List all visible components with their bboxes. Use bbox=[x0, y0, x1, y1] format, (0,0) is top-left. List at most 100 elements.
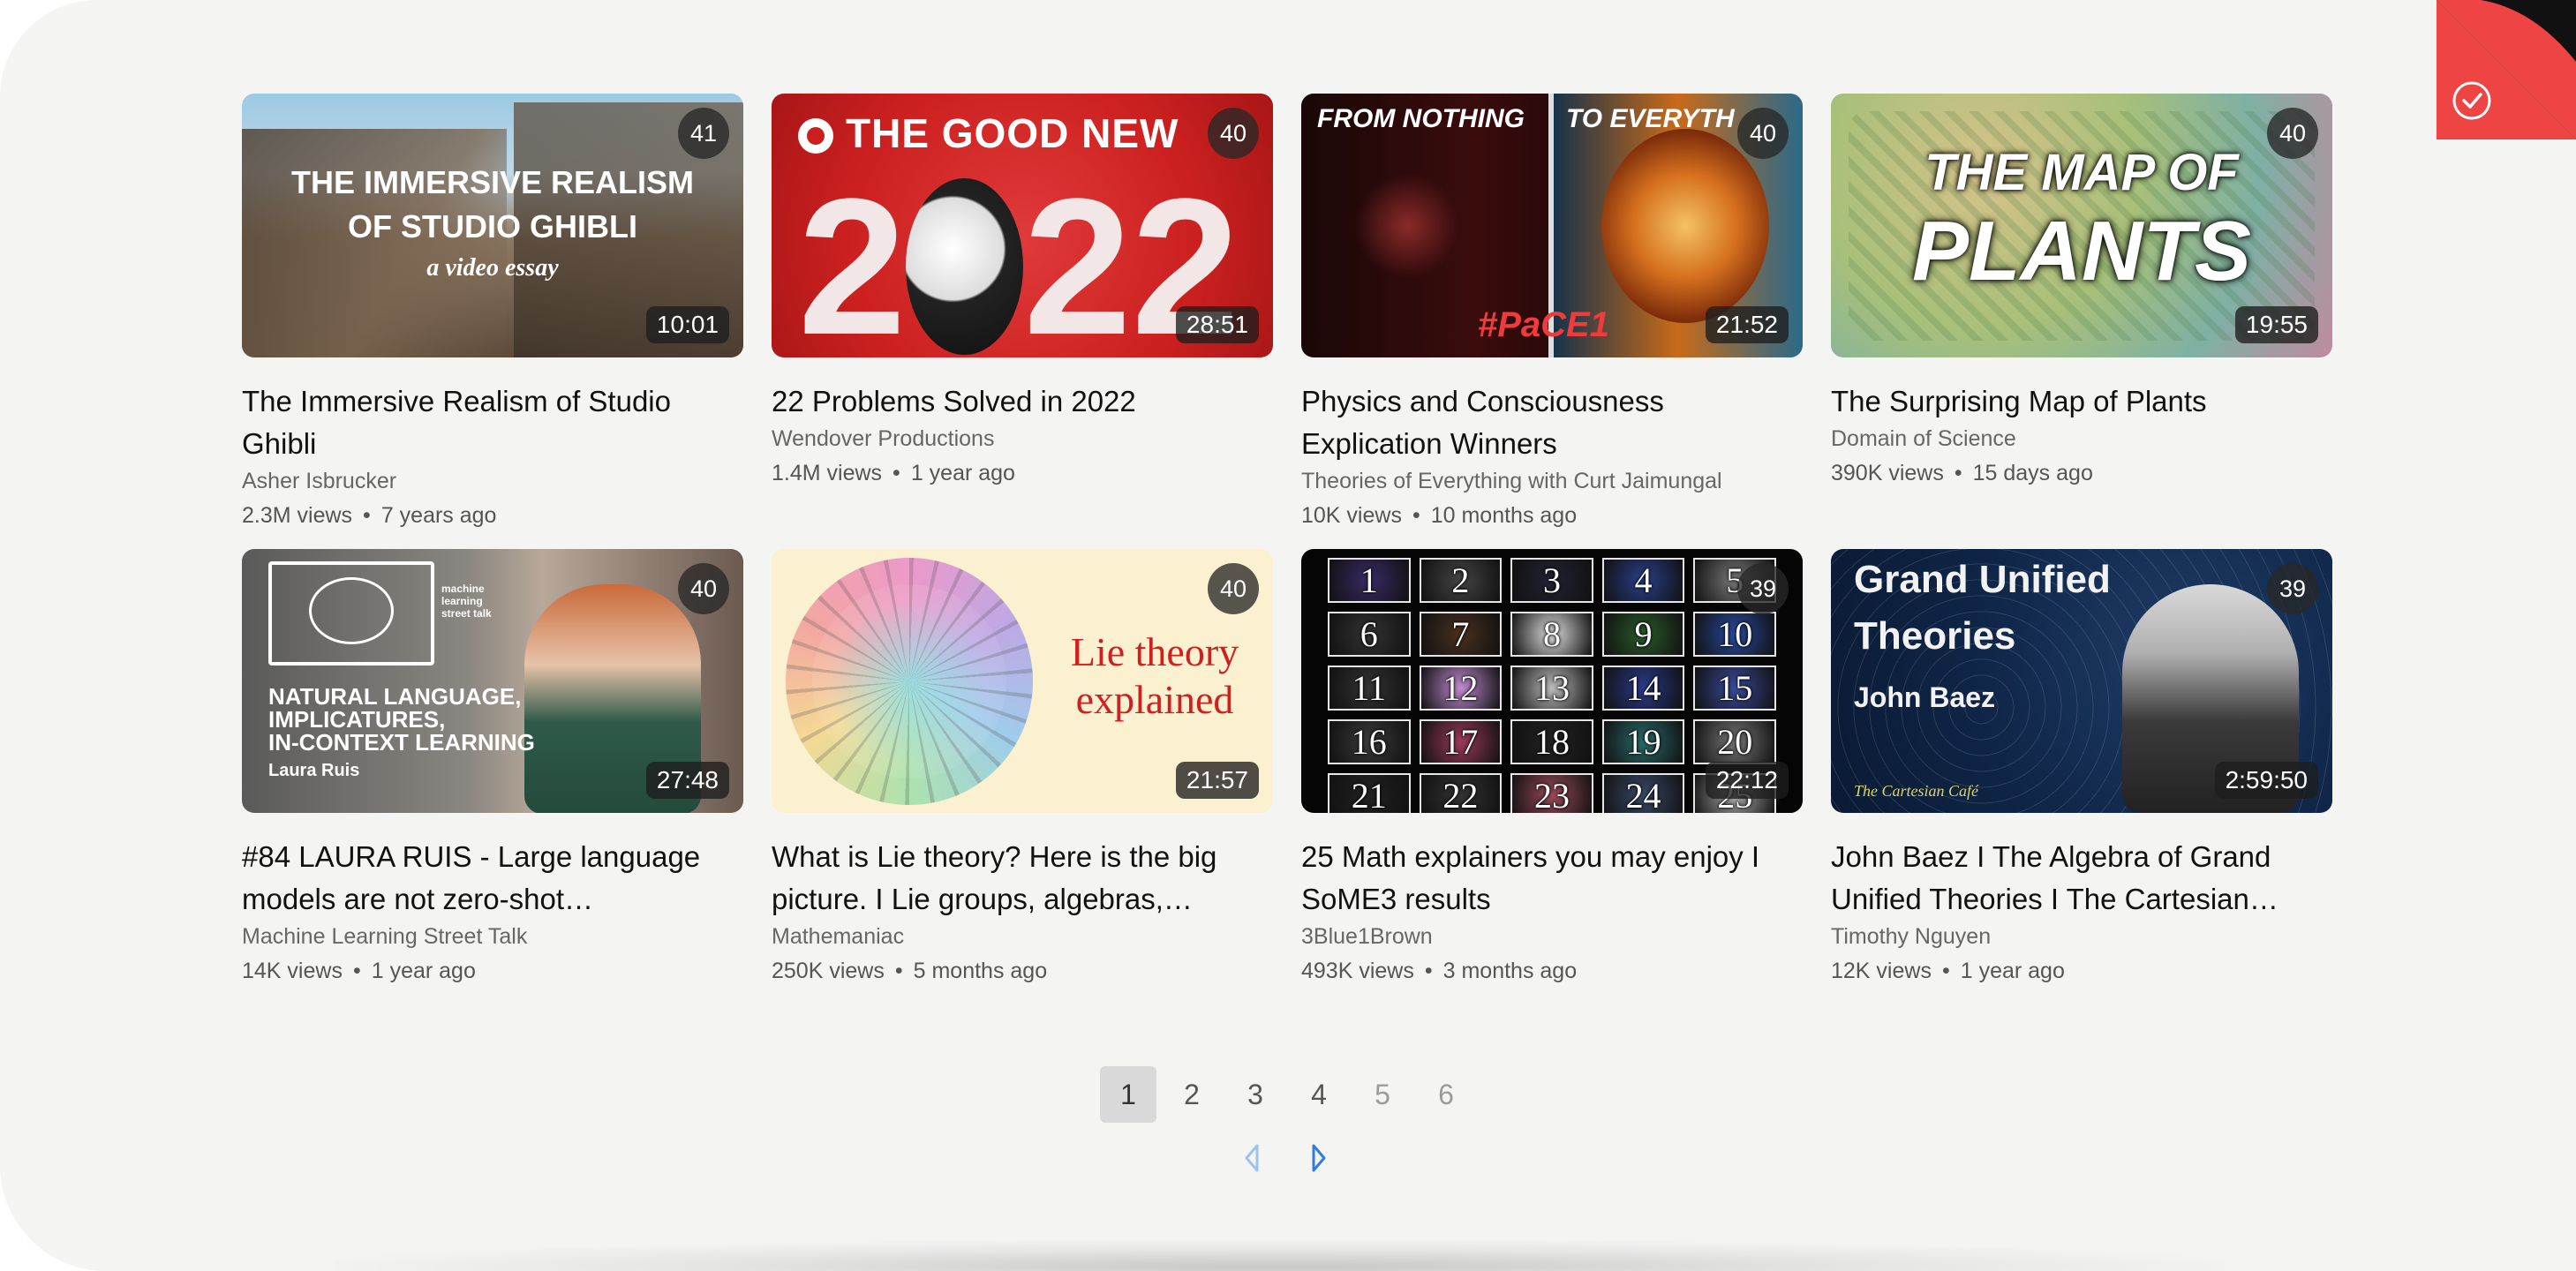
thumb-brand: The Cartesian Café bbox=[1854, 782, 1979, 800]
page-button-6[interactable]: 6 bbox=[1418, 1066, 1474, 1123]
channel-name[interactable]: Wendover Productions bbox=[772, 423, 1273, 455]
number-tile: 14 bbox=[1601, 666, 1685, 711]
video-thumbnail[interactable]: FROM NOTHING TO EVERYTH #PaCE1 40 21:52 bbox=[1301, 94, 1803, 357]
video-title[interactable]: The Surprising Map of Plants bbox=[1831, 380, 2332, 423]
duration-badge: 28:51 bbox=[1175, 306, 1259, 343]
channel-name[interactable]: Asher Isbrucker bbox=[242, 465, 743, 497]
number-tile: 9 bbox=[1601, 612, 1685, 657]
caret-left-icon bbox=[1245, 1144, 1259, 1172]
number-tile: 4 bbox=[1601, 558, 1685, 603]
video-card[interactable]: THE GOOD NEW 2 2 2 40 28:51 22 Problems … bbox=[772, 94, 1273, 549]
video-title[interactable]: 22 Problems Solved in 2022 bbox=[772, 380, 1273, 423]
page-button-2[interactable]: 2 bbox=[1164, 1066, 1220, 1123]
thumb-title: Theories bbox=[1854, 614, 2016, 658]
video-card[interactable]: 1234567891011121314151617181920212223242… bbox=[1301, 549, 1803, 1004]
video-thumbnail[interactable]: THE MAP OF PLANTS 40 19:55 bbox=[1831, 94, 2332, 357]
thumb-subtitle: a video essay bbox=[426, 254, 559, 282]
thumb-title: explained bbox=[1075, 677, 1234, 722]
page-button-1[interactable]: 1 bbox=[1100, 1066, 1156, 1123]
thumb-title: PLANTS bbox=[1912, 204, 2251, 298]
video-meta: 14K views • 1 year ago bbox=[242, 959, 476, 983]
video-title[interactable]: Physics and Consciousness Explication Wi… bbox=[1301, 380, 1803, 465]
upload-age: 5 months ago bbox=[913, 959, 1048, 983]
thumb-title: THE IMMERSIVE REALISM bbox=[290, 164, 695, 200]
video-meta: 493K views • 3 months ago bbox=[1301, 959, 1578, 983]
caret-right-icon bbox=[1312, 1144, 1326, 1172]
video-thumbnail[interactable]: Grand Unified Theories John Baez The Car… bbox=[1831, 549, 2332, 813]
page-button-4[interactable]: 4 bbox=[1291, 1066, 1347, 1123]
page-button-3[interactable]: 3 bbox=[1227, 1066, 1284, 1123]
thumb-title: OF STUDIO GHIBLI bbox=[348, 208, 637, 244]
playlist-count-badge: 40 bbox=[1737, 108, 1789, 159]
number-tile: 23 bbox=[1510, 773, 1593, 813]
playlist-count-badge: 41 bbox=[678, 108, 729, 159]
video-title[interactable]: The Immersive Realism of Studio Ghibli bbox=[242, 380, 743, 465]
thumb-title: FROM NOTHING bbox=[1317, 104, 1525, 133]
upload-age: 1 year ago bbox=[371, 959, 476, 983]
video-title[interactable]: 25 Math explainers you may enjoy I SoME3… bbox=[1301, 836, 1803, 921]
view-count: 390K views bbox=[1831, 461, 1944, 485]
view-count: 14K views bbox=[242, 959, 343, 983]
playlist-count-badge: 39 bbox=[1737, 563, 1789, 614]
video-thumbnail[interactable]: THE GOOD NEW 2 2 2 40 28:51 bbox=[772, 94, 1273, 357]
corner-badge[interactable] bbox=[2437, 0, 2576, 139]
number-tile: 6 bbox=[1328, 612, 1411, 657]
video-card[interactable]: THE MAP OF PLANTS 40 19:55 The Surprisin… bbox=[1831, 94, 2332, 549]
view-count: 2.3M views bbox=[242, 503, 353, 528]
playlist-count-badge: 39 bbox=[2267, 563, 2318, 614]
video-meta: 390K views • 15 days ago bbox=[1831, 461, 2093, 485]
upload-age: 15 days ago bbox=[1972, 461, 2093, 485]
channel-name[interactable]: Theories of Everything with Curt Jaimung… bbox=[1301, 465, 1803, 497]
playlist-count-badge: 40 bbox=[2267, 108, 2318, 159]
number-tile: 18 bbox=[1510, 719, 1593, 764]
channel-name[interactable]: 3Blue1Brown bbox=[1301, 921, 1803, 952]
number-tile: 17 bbox=[1419, 719, 1503, 764]
video-grid: THE IMMERSIVE REALISM OF STUDIO GHIBLI a… bbox=[242, 94, 2332, 1004]
playlist-count-badge: 40 bbox=[1208, 108, 1259, 159]
duration-badge: 21:52 bbox=[1705, 306, 1789, 343]
view-count: 12K views bbox=[1831, 959, 1932, 983]
number-tile: 10 bbox=[1693, 612, 1776, 657]
number-tile: 1 bbox=[1328, 558, 1411, 603]
video-thumbnail[interactable]: Lie theory explained 40 21:57 bbox=[772, 549, 1273, 813]
video-card[interactable]: Lie theory explained 40 21:57 What is Li… bbox=[772, 549, 1273, 1004]
video-title[interactable]: John Baez I The Algebra of Grand Unified… bbox=[1831, 836, 2332, 921]
number-tile: 11 bbox=[1328, 666, 1411, 711]
main-panel: THE IMMERSIVE REALISM OF STUDIO GHIBLI a… bbox=[0, 0, 2576, 1271]
video-card[interactable]: machine learning street talk NATURAL LAN… bbox=[242, 549, 743, 1004]
number-tile: 13 bbox=[1510, 666, 1593, 711]
channel-name[interactable]: Machine Learning Street Talk bbox=[242, 921, 743, 952]
previous-page-button[interactable] bbox=[1239, 1140, 1264, 1176]
channel-name[interactable]: Domain of Science bbox=[1831, 423, 2332, 455]
video-title[interactable]: What is Lie theory? Here is the big pict… bbox=[772, 836, 1273, 921]
number-tile: 7 bbox=[1419, 612, 1503, 657]
thumb-title: THE MAP OF bbox=[1924, 144, 2239, 201]
thumb-title: Grand Unified bbox=[1854, 558, 2111, 601]
duration-badge: 2:59:50 bbox=[2214, 762, 2318, 799]
channel-name[interactable]: Mathemaniac bbox=[772, 921, 1273, 952]
page-button-5[interactable]: 5 bbox=[1354, 1066, 1411, 1123]
video-thumbnail[interactable]: machine learning street talk NATURAL LAN… bbox=[242, 549, 743, 813]
video-meta: 250K views • 5 months ago bbox=[772, 959, 1048, 983]
playlist-count-badge: 40 bbox=[1208, 563, 1259, 614]
video-meta: 12K views • 1 year ago bbox=[1831, 959, 2065, 983]
video-card[interactable]: FROM NOTHING TO EVERYTH #PaCE1 40 21:52 … bbox=[1301, 94, 1803, 549]
pagination: 1 2 3 4 5 6 bbox=[1100, 1066, 1474, 1123]
video-card[interactable]: THE IMMERSIVE REALISM OF STUDIO GHIBLI a… bbox=[242, 94, 743, 549]
view-count: 493K views bbox=[1301, 959, 1414, 983]
thumb-title: Lie theory bbox=[1070, 629, 1239, 674]
view-count: 1.4M views bbox=[772, 461, 883, 485]
video-thumbnail[interactable]: 1234567891011121314151617181920212223242… bbox=[1301, 549, 1803, 813]
video-card[interactable]: Grand Unified Theories John Baez The Car… bbox=[1831, 549, 2332, 1004]
channel-name[interactable]: Timothy Nguyen bbox=[1831, 921, 2332, 952]
number-tile: 8 bbox=[1510, 612, 1593, 657]
video-thumbnail[interactable]: THE IMMERSIVE REALISM OF STUDIO GHIBLI a… bbox=[242, 94, 743, 357]
thumb-title: IN-CONTEXT LEARNING bbox=[268, 729, 535, 756]
video-meta: 2.3M views • 7 years ago bbox=[242, 503, 497, 528]
next-page-button[interactable] bbox=[1307, 1140, 1331, 1176]
number-tile: 12 bbox=[1419, 666, 1503, 711]
video-meta: 1.4M views • 1 year ago bbox=[772, 461, 1015, 485]
thumb-subtitle: John Baez bbox=[1854, 681, 1996, 713]
video-title[interactable]: #84 LAURA RUIS - Large language models a… bbox=[242, 836, 743, 921]
duration-badge: 22:12 bbox=[1705, 762, 1789, 799]
